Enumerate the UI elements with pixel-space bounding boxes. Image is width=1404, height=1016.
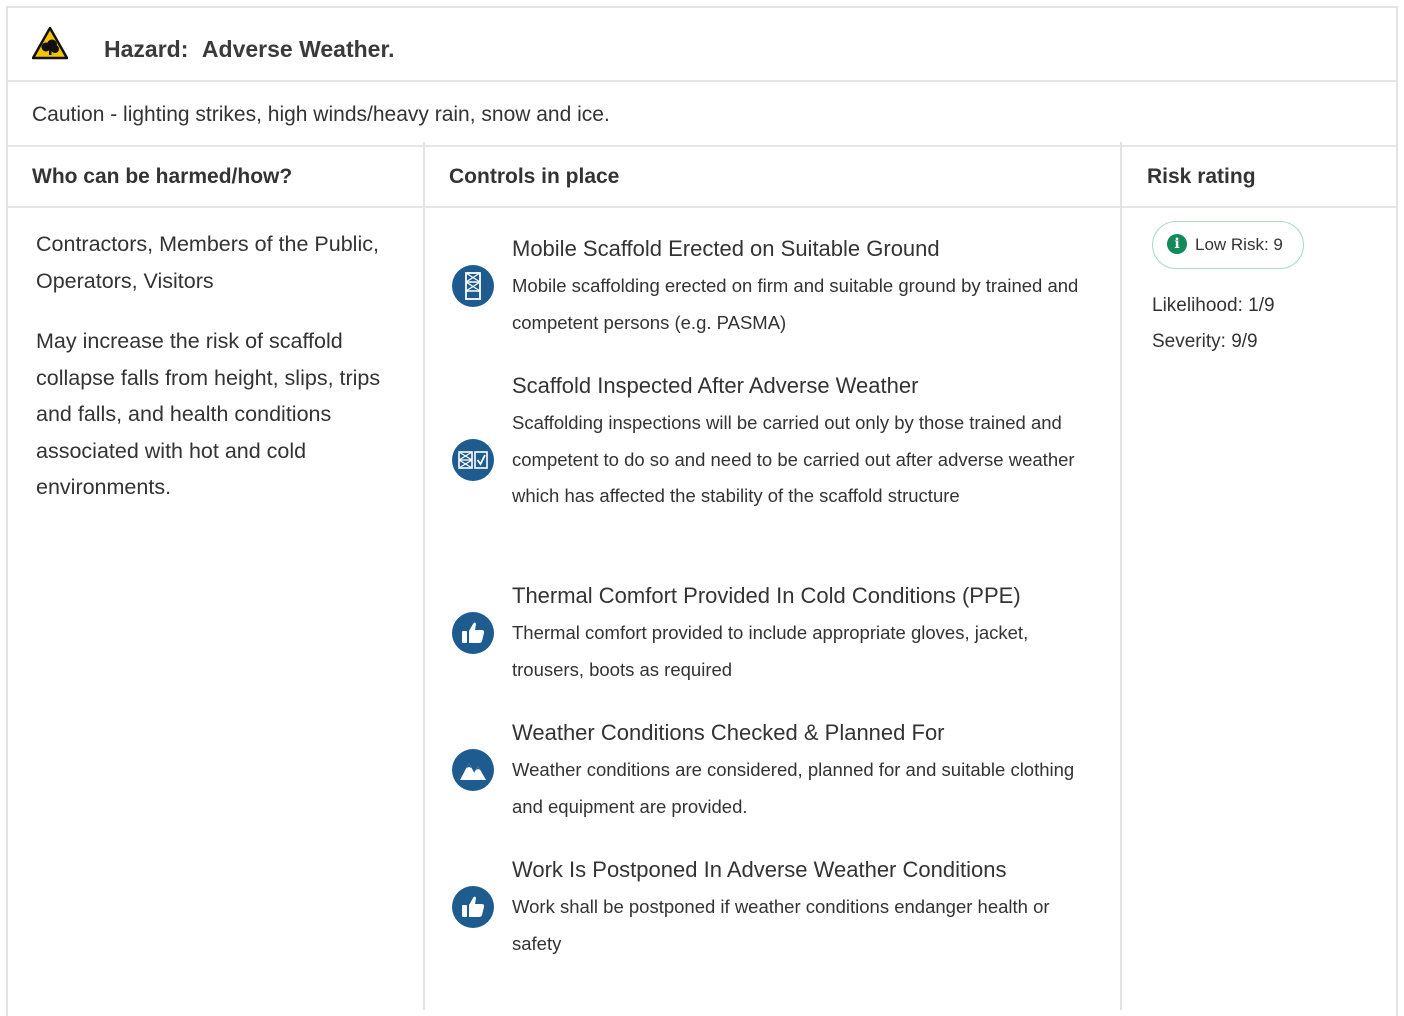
control-title: Scaffold Inspected After Adverse Weather <box>512 373 919 398</box>
risk-likelihood: Likelihood: 1/9 <box>1152 295 1275 316</box>
header-controls: Controls in place <box>449 165 620 188</box>
info-icon: i <box>1167 234 1187 254</box>
hazard-label: Hazard: <box>104 36 189 62</box>
risk-severity: Severity: 9/9 <box>1152 331 1258 352</box>
who-can-be-harmed: Contractors, Members of the Public, Oper… <box>36 232 379 293</box>
column-divider <box>423 142 425 1010</box>
header-who-harmed: Who can be harmed/how? <box>32 165 293 188</box>
control-description: Weather conditions are considered, plann… <box>512 759 1075 817</box>
risk-badge[interactable]: i Low Risk: 9 <box>1152 221 1304 269</box>
control-item: Weather Conditions Checked & Planned For… <box>512 720 1102 825</box>
control-item: Mobile Scaffold Erected on Suitable Grou… <box>512 236 1102 341</box>
how-harmed: May increase the risk of scaffold collap… <box>36 329 381 499</box>
control-title: Thermal Comfort Provided In Cold Conditi… <box>512 583 1021 608</box>
control-description: Mobile scaffolding erected on firm and s… <box>512 275 1079 333</box>
scaffold-icon <box>452 265 494 307</box>
risk-details: Likelihood: 1/9 Severity: 9/9 <box>1152 288 1275 360</box>
control-title: Mobile Scaffold Erected on Suitable Grou… <box>512 236 940 261</box>
table-header: Who can be harmed/how? Controls in place… <box>8 147 1396 208</box>
control-description: Thermal comfort provided to include appr… <box>512 622 1029 680</box>
caution-row: Caution - lighting strikes, high winds/h… <box>8 82 1396 147</box>
risk-badge-label: Low Risk: 9 <box>1195 235 1283 254</box>
scaffold-check-icon <box>452 439 494 481</box>
hazard-title: Hazard: Adverse Weather. <box>104 36 395 63</box>
control-item: Work Is Postponed In Adverse Weather Con… <box>512 857 1102 962</box>
control-description: Work shall be postponed if weather condi… <box>512 896 1050 954</box>
thumbs-up-icon <box>452 886 494 928</box>
harmed-column: Contractors, Members of the Public, Oper… <box>36 226 396 530</box>
control-title: Work Is Postponed In Adverse Weather Con… <box>512 857 1007 882</box>
tree-warning-icon <box>31 26 69 60</box>
control-title: Weather Conditions Checked & Planned For <box>512 720 945 745</box>
column-divider <box>1120 142 1122 1010</box>
control-description: Scaffolding inspections will be carried … <box>512 412 1075 506</box>
caution-text: Caution - lighting strikes, high winds/h… <box>32 103 610 126</box>
control-item: Scaffold Inspected After Adverse Weather… <box>512 373 1102 515</box>
thumbs-up-icon <box>452 612 494 654</box>
hazard-name: Adverse Weather. <box>201 36 395 62</box>
control-item: Thermal Comfort Provided In Cold Conditi… <box>512 583 1102 688</box>
hazard-header: Hazard: Adverse Weather. <box>8 8 1396 82</box>
mountains-icon <box>452 749 494 791</box>
header-risk-rating: Risk rating <box>1147 165 1256 188</box>
